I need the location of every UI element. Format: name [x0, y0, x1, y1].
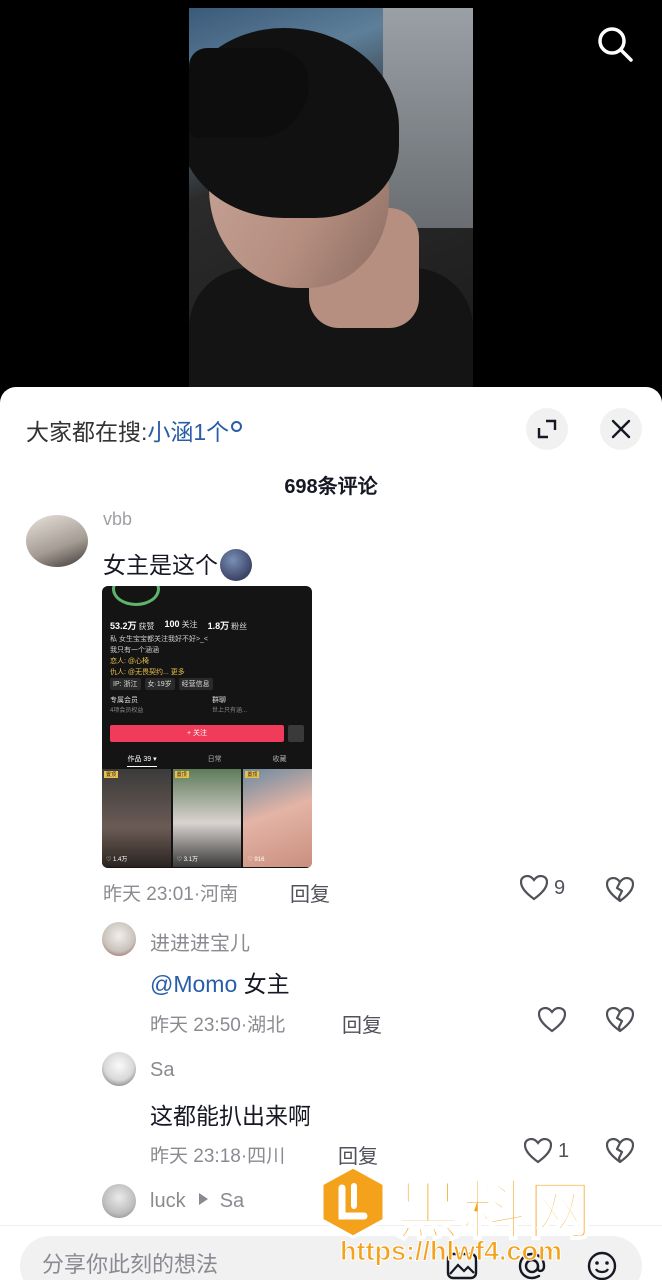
video-frame [189, 8, 473, 388]
expand-button[interactable] [526, 408, 568, 450]
stat-likes: 53.2万 [110, 621, 137, 631]
comment-text-body: 女主是这个 [103, 552, 218, 578]
avatar[interactable] [102, 1184, 136, 1218]
search-icon[interactable] [593, 22, 637, 66]
hot-search-prefix: 大家都在搜: [26, 419, 148, 445]
video-thumb: 置顶 ♡ 916 [243, 769, 312, 867]
stat-label: 粉丝 [231, 622, 248, 631]
profile-bio: 私 女生宝宝都关注我好不好>_< 我只有一个涵涵 恋人: @心椅 仇人: @无畏… [110, 634, 208, 678]
stat-following: 100 [164, 619, 180, 629]
reply-from[interactable]: luck [150, 1190, 186, 1212]
stat-label: 获赞 [138, 622, 155, 631]
avatar[interactable] [102, 1052, 136, 1086]
follow-label: + 关注 [110, 725, 284, 742]
card-member: 专属会员 4项会员权益 [110, 696, 202, 716]
comment-meta: 昨天 23:01·河南 [103, 884, 239, 905]
reply-username[interactable]: luck Sa [150, 1190, 244, 1213]
dislike-button[interactable] [605, 1006, 635, 1038]
reply-button[interactable]: 回复 [342, 1009, 382, 1038]
profile-tag: 经营信息 [178, 678, 213, 690]
reply-button[interactable]: 回复 [290, 878, 330, 907]
profile-tag: IP: 浙江 [110, 678, 141, 690]
profile-tab: 收藏 [272, 756, 287, 763]
pin-badge: 置顶 [174, 771, 189, 778]
like-button[interactable]: 9 [520, 875, 565, 901]
broken-heart-icon [605, 1006, 635, 1033]
like-button[interactable]: 1 [524, 1138, 569, 1164]
avatar[interactable] [26, 515, 88, 567]
card-group: 群聊世上只有涵... [212, 696, 304, 716]
close-icon [611, 419, 631, 439]
reply-arrow-icon [199, 1193, 209, 1205]
reply-username[interactable]: 进进进宝儿 [150, 927, 250, 956]
bio-line: 私 女生宝宝都关注我好不好>_< [110, 636, 209, 643]
reply-button[interactable]: 回复 [338, 1140, 378, 1169]
reply-text-body: 女主 [237, 971, 290, 997]
emoji-picker-icon[interactable] [584, 1248, 620, 1280]
at-mention-icon[interactable] [514, 1248, 550, 1280]
expand-icon [537, 419, 557, 439]
heart-icon [520, 875, 548, 901]
comment-username[interactable]: vbb [103, 509, 132, 530]
comment-sheet: 大家都在搜:小涵1个 698条评论 vbb 女主是这个 53.2万 获赞 100 关… [0, 387, 662, 1280]
broken-heart-icon [605, 876, 635, 903]
heart-icon [538, 1007, 566, 1033]
image-icon[interactable] [444, 1248, 480, 1280]
like-count: 9 [554, 876, 566, 899]
dropdown-icon [288, 725, 304, 742]
divider [0, 1225, 662, 1226]
card-sub: 4项会员权益 [110, 708, 144, 714]
thumb-count: ♡ 916 [247, 857, 265, 863]
comment-image[interactable]: 53.2万 获赞 100 关注 1.8万 粉丝 私 女生宝宝都关注我好不好>_< 我只… [102, 586, 312, 868]
reply-text: 这都能扒出来啊 [150, 1103, 311, 1129]
broken-heart-icon [605, 1137, 635, 1164]
comment-count-title: 698条评论 [284, 476, 378, 498]
heart-icon [524, 1138, 552, 1164]
thumb-count: ♡ 3.1万 [176, 857, 199, 863]
pin-badge: 置顶 [104, 771, 119, 778]
search-small-icon [231, 421, 243, 432]
dislike-button[interactable] [605, 876, 635, 908]
card-title: 专属会员 [110, 697, 138, 704]
reply-text: @Momo 女主 [150, 965, 290, 999]
hot-search[interactable]: 大家都在搜:小涵1个 [26, 413, 243, 447]
stat-label: 关注 [181, 620, 198, 629]
thumb-count: ♡ 1.4万 [106, 857, 128, 863]
close-button[interactable] [600, 408, 642, 450]
reply-meta: 昨天 23:50·湖北 [150, 1015, 286, 1036]
bio-line: 恋人: @心椅 [110, 658, 149, 665]
reply-meta: 昨天 23:18·四川 [150, 1146, 286, 1167]
like-count: 1 [558, 1139, 570, 1162]
video-thumb: 置顶 ♡ 3.1万 [172, 769, 242, 867]
reply-username[interactable]: Sa [150, 1059, 174, 1082]
mention-link[interactable]: @Momo [150, 971, 237, 997]
reply-to[interactable]: Sa [220, 1190, 244, 1212]
comment-input-bar [20, 1236, 642, 1280]
emoji-icon [220, 549, 252, 581]
bio-line: 我只有一个涵涵 [110, 647, 159, 654]
profile-tag: 女·19岁 [144, 678, 175, 690]
comment-input[interactable] [42, 1250, 432, 1280]
hot-search-keyword[interactable]: 小涵1个 [147, 419, 229, 445]
bio-line: 仇人: @无畏契约... 更多 [110, 669, 185, 676]
sheet-header: 大家都在搜:小涵1个 [0, 387, 662, 467]
profile-tab: 日常 [207, 756, 222, 763]
stat-fans: 1.8万 [207, 621, 230, 631]
video-thumb: 置顶 ♡ 1.4万 [102, 769, 171, 867]
dislike-button[interactable] [605, 1137, 635, 1169]
comment-text: 女主是这个 [103, 546, 252, 581]
avatar[interactable] [102, 922, 136, 956]
like-button[interactable] [538, 1007, 566, 1033]
card-title: 群聊 [212, 697, 226, 704]
card-sub: 世上只有涵... [212, 708, 248, 714]
profile-tab: 作品 39 ▾ [127, 754, 157, 767]
pin-badge: 置顶 [245, 771, 260, 778]
video-player[interactable] [0, 0, 662, 400]
